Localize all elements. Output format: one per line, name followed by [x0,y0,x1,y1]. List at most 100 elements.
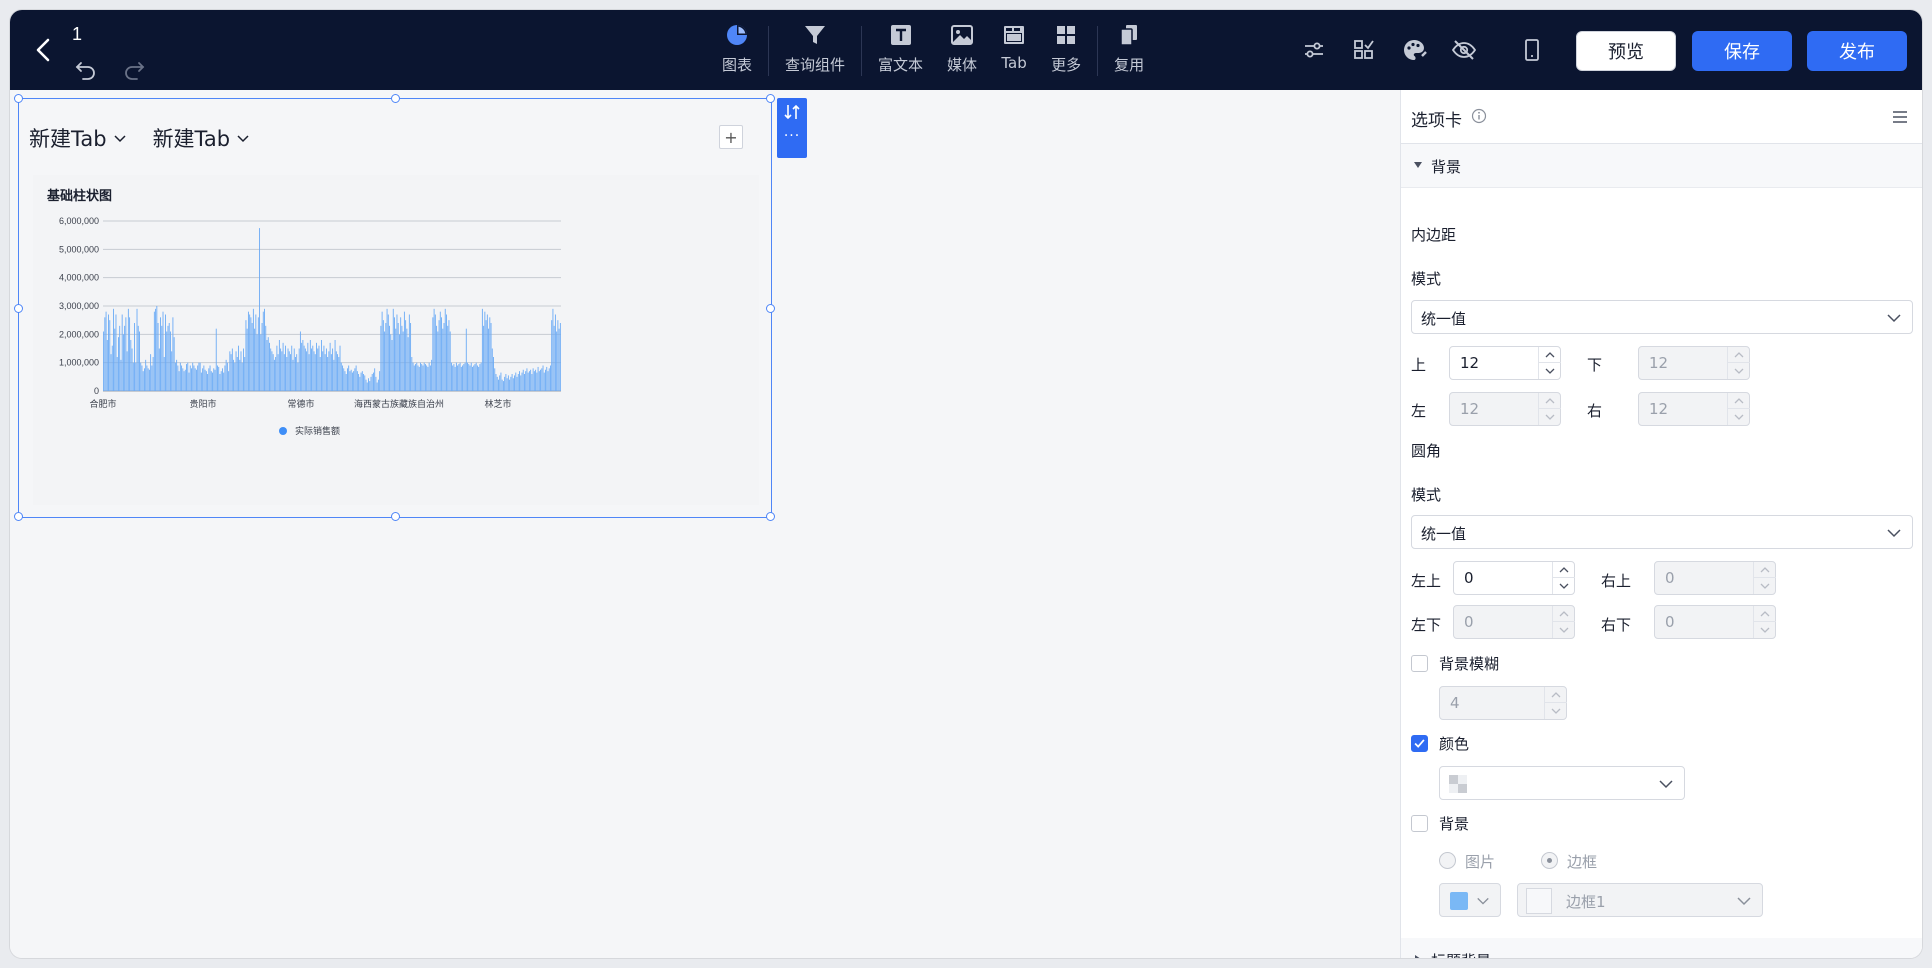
color-picker-select[interactable] [1439,766,1685,800]
sliders-icon[interactable] [1300,36,1328,64]
more-actions-button[interactable]: ··· [777,128,807,144]
bar-chart-card[interactable]: 基础柱状图 6,000,000 5,000,000 4,000,000 3,000,0… [33,175,759,505]
background-blur-input[interactable]: 4 [1439,686,1567,720]
add-tab-button[interactable]: + [719,125,743,149]
decrement-button[interactable] [1754,578,1776,594]
save-button[interactable]: 保存 [1692,31,1792,71]
increment-button[interactable] [1728,393,1750,409]
image-radio[interactable] [1439,852,1456,869]
decrement-button[interactable] [1728,409,1750,425]
increment-button[interactable] [1553,606,1575,622]
publish-button[interactable]: 发布 [1807,31,1907,71]
bar [109,320,111,391]
increment-button[interactable] [1754,562,1776,578]
bar [467,362,468,391]
radius-br-input[interactable]: 0 [1654,605,1776,639]
increment-button[interactable] [1539,347,1561,363]
page-name[interactable]: 1 [72,24,82,45]
eye-off-icon[interactable] [1450,36,1478,64]
bar [337,354,338,391]
decrement-button[interactable] [1553,578,1575,594]
radius-tr-input[interactable]: 0 [1654,561,1776,595]
tab-component[interactable]: 新建Tab 新建Tab + 基础柱状图 6,000,000 5,000,000 4,… [14,94,775,521]
decrement-button[interactable] [1539,409,1561,425]
resize-handle-se[interactable] [766,512,775,521]
bar [113,308,114,391]
border-style-select[interactable]: 边框1 [1517,883,1763,917]
panel-menu-icon[interactable] [1891,108,1909,126]
resize-handle-s[interactable] [391,512,400,521]
bar [255,314,257,391]
background-checkbox[interactable] [1411,815,1428,832]
tool-media[interactable]: 媒体 [947,22,977,75]
resize-handle-nw[interactable] [14,94,23,103]
swap-order-icon[interactable] [782,102,802,122]
bar [499,375,501,391]
radius-tl-input[interactable]: 0 [1453,561,1575,595]
color-checkbox[interactable] [1411,735,1428,752]
back-arrow-icon[interactable] [28,32,58,68]
bar [500,372,502,391]
section-background[interactable]: 背景 [1401,144,1922,188]
stepper [1538,393,1561,425]
tab-item-1[interactable]: 新建Tab [29,123,127,153]
border-color-select[interactable] [1439,883,1501,917]
tool-richtext[interactable]: 富文本 [878,22,923,75]
bar [277,354,279,391]
tab-item-2[interactable]: 新建Tab [153,123,251,153]
bar [276,345,278,391]
bar [389,325,390,391]
bar [540,369,541,391]
bar [438,320,440,391]
tool-divider [861,26,863,76]
padding-mode-select[interactable]: 统一值 [1411,300,1913,334]
mobile-device-icon[interactable] [1518,36,1546,64]
tool-reuse[interactable]: 复用 [1114,22,1144,75]
increment-button[interactable] [1553,562,1575,578]
theme-palette-icon[interactable] [1400,36,1428,64]
radius-mode-select[interactable]: 统一值 [1411,515,1913,549]
redo-icon[interactable] [120,54,148,82]
resize-handle-ne[interactable] [766,94,775,103]
chevron-down-icon [237,135,249,143]
decrement-button[interactable] [1539,363,1561,379]
padding-left-input[interactable]: 12 [1449,392,1561,426]
checklist-layout-icon[interactable] [1350,36,1378,64]
resize-handle-e[interactable] [766,304,775,313]
increment-button[interactable] [1539,393,1561,409]
resize-handle-sw[interactable] [14,512,23,521]
increment-button[interactable] [1728,347,1750,363]
tool-tab[interactable]: Tab [1001,22,1027,72]
resize-handle-w[interactable] [14,304,23,313]
bar [415,364,416,391]
tool-chart[interactable]: 图表 [722,22,752,75]
bar [188,372,190,391]
tool-query[interactable]: 查询组件 [785,22,845,75]
padding-top-input[interactable]: 12 [1449,346,1561,380]
resize-handle-n[interactable] [391,94,400,103]
bar [473,365,475,391]
border-radio[interactable] [1541,852,1558,869]
undo-icon[interactable] [72,54,100,82]
border-radio-label: 边框 [1567,853,1598,871]
editor-canvas[interactable]: 新建Tab 新建Tab + 基础柱状图 6,000,000 5,000,000 4,… [10,90,1400,958]
bar [345,374,347,391]
bar [559,323,561,391]
padding-right-input[interactable]: 12 [1638,392,1750,426]
decrement-button[interactable] [1553,622,1575,638]
decrement-button[interactable] [1728,363,1750,379]
preview-button[interactable]: 预览 [1576,31,1676,71]
tool-reuse-label: 复用 [1114,56,1145,74]
increment-button[interactable] [1754,606,1776,622]
info-icon[interactable] [1471,108,1487,124]
decrement-button[interactable] [1545,703,1567,719]
padding-bottom-input[interactable]: 12 [1638,346,1750,380]
input-value: 12 [1649,400,1669,418]
background-blur-checkbox[interactable] [1411,655,1428,672]
bar [509,379,511,391]
section-title-background[interactable]: 标题背景 [1401,938,1922,958]
increment-button[interactable] [1545,687,1567,703]
radius-bl-input[interactable]: 0 [1453,605,1575,639]
decrement-button[interactable] [1754,622,1776,638]
tool-more[interactable]: 更多 [1051,22,1081,75]
